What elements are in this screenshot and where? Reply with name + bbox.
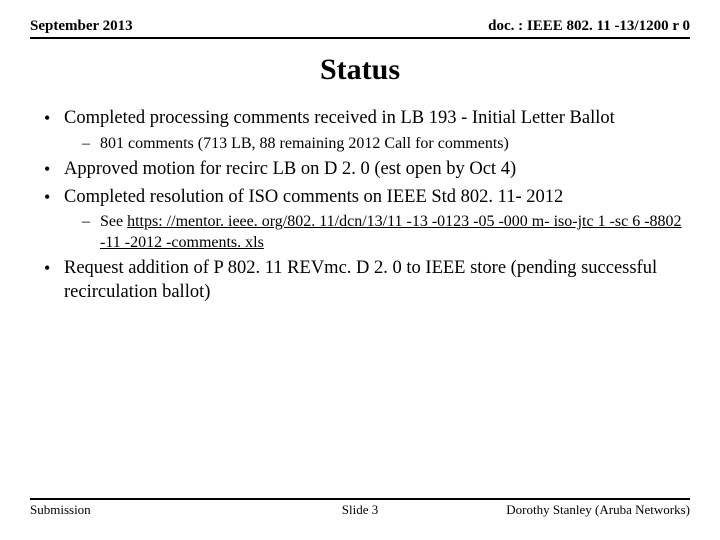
bullet-text: Approved motion for recirc LB on D 2. 0 … xyxy=(64,159,516,179)
bullet-text: Completed resolution of ISO comments on … xyxy=(64,187,563,207)
slide: September 2013 doc. : IEEE 802. 11 -13/1… xyxy=(0,0,720,540)
bullet-list: Completed processing comments received i… xyxy=(30,107,690,305)
footer-author: Dorothy Stanley (Aruba Networks) xyxy=(506,502,690,518)
bullet-item: Completed processing comments received i… xyxy=(38,107,690,154)
sub-text: 801 comments (713 LB, 88 remaining 2012 … xyxy=(100,135,509,152)
bullet-text: Completed processing comments received i… xyxy=(64,108,615,128)
footer-left: Submission xyxy=(30,502,91,518)
header-doc-id: doc. : IEEE 802. 11 -13/1200 r 0 xyxy=(488,18,690,35)
sub-list: 801 comments (713 LB, 88 remaining 2012 … xyxy=(64,134,690,154)
bullet-item: Request addition of P 802. 11 REVmc. D 2… xyxy=(38,257,690,304)
footer-row: Submission Slide 3 Dorothy Stanley (Arub… xyxy=(30,498,690,518)
sub-item: See https: //mentor. ieee. org/802. 11/d… xyxy=(82,212,690,253)
bullet-text: Request addition of P 802. 11 REVmc. D 2… xyxy=(64,258,657,302)
bullet-item: Approved motion for recirc LB on D 2. 0 … xyxy=(38,158,690,182)
bullet-item: Completed resolution of ISO comments on … xyxy=(38,186,690,254)
header-date: September 2013 xyxy=(30,18,133,35)
header-row: September 2013 doc. : IEEE 802. 11 -13/1… xyxy=(30,18,690,39)
sub-list: See https: //mentor. ieee. org/802. 11/d… xyxy=(64,212,690,253)
page-title: Status xyxy=(30,53,690,87)
sub-item: 801 comments (713 LB, 88 remaining 2012 … xyxy=(82,134,690,154)
sub-prefix: See xyxy=(100,213,127,230)
link-text: https: //mentor. ieee. org/802. 11/dcn/1… xyxy=(100,213,682,250)
